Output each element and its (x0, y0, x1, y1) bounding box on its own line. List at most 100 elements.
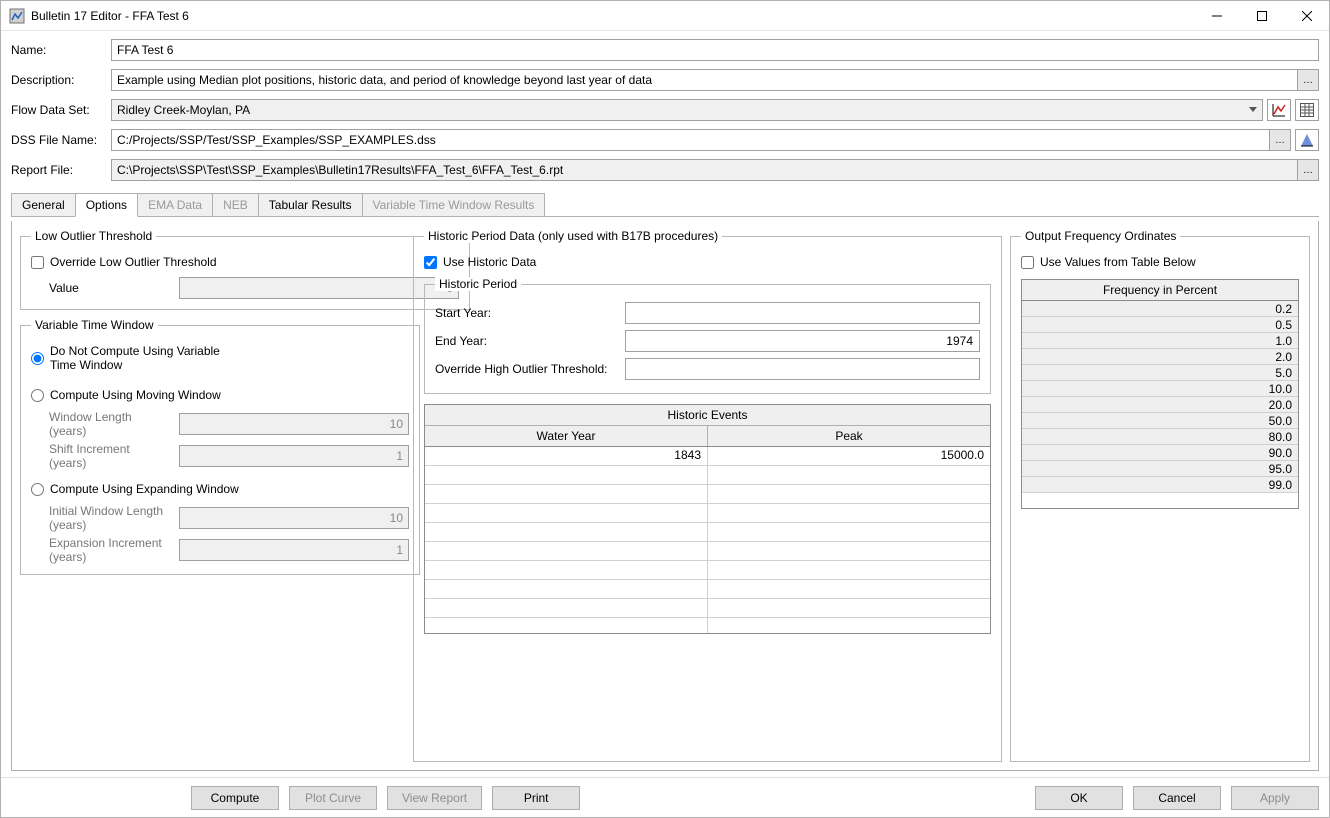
cell-peak[interactable] (708, 599, 990, 617)
tab-tabular-results[interactable]: Tabular Results (258, 193, 363, 216)
use-historic-checkbox[interactable] (424, 256, 437, 269)
frequency-table[interactable]: Frequency in Percent 0.20.51.02.05.010.0… (1021, 279, 1299, 509)
name-input[interactable] (117, 43, 1313, 57)
cell-peak[interactable] (708, 523, 990, 541)
override-high-label: Override High Outlier Threshold: (435, 362, 625, 376)
tab-general[interactable]: General (11, 193, 76, 216)
override-low-outlier-checkbox[interactable] (31, 256, 44, 269)
vtw-radio-moving[interactable] (31, 389, 44, 402)
table-row[interactable] (425, 466, 990, 485)
vtw-initial-input[interactable] (179, 507, 409, 529)
frequency-row[interactable]: 95.0 (1022, 461, 1298, 477)
cell-peak[interactable]: 15000.0 (708, 447, 990, 465)
start-year-input[interactable] (625, 302, 980, 324)
low-outlier-legend: Low Outlier Threshold (31, 229, 156, 243)
cell-peak[interactable] (708, 618, 990, 634)
frequency-row[interactable]: 20.0 (1022, 397, 1298, 413)
cell-water-year[interactable] (425, 485, 708, 503)
cell-water-year[interactable] (425, 580, 708, 598)
tab-vtw-results[interactable]: Variable Time Window Results (362, 193, 546, 216)
frequency-row[interactable]: 0.5 (1022, 317, 1298, 333)
frequency-row[interactable]: 2.0 (1022, 349, 1298, 365)
vtw-expansion-input[interactable] (179, 539, 409, 561)
table-row[interactable] (425, 618, 990, 634)
vtw-radio-expanding[interactable] (31, 483, 44, 496)
vtw-window-length-input[interactable] (179, 413, 409, 435)
cell-peak[interactable] (708, 561, 990, 579)
dss-field[interactable]: … (111, 129, 1291, 151)
vtw-group: Variable Time Window Do Not Compute Usin… (20, 318, 420, 575)
cell-peak[interactable] (708, 504, 990, 522)
end-year-label: End Year: (435, 334, 625, 348)
cell-water-year[interactable] (425, 523, 708, 541)
minimize-button[interactable] (1194, 1, 1239, 30)
description-field[interactable]: … (111, 69, 1319, 91)
plot-curve-button[interactable]: Plot Curve (289, 786, 377, 810)
flow-label: Flow Data Set: (11, 103, 107, 117)
compute-button[interactable]: Compute (191, 786, 279, 810)
ofo-group: Output Frequency Ordinates Use Values fr… (1010, 229, 1310, 762)
cell-water-year[interactable] (425, 542, 708, 560)
historic-group: Historic Period Data (only used with B17… (413, 229, 1002, 762)
tab-ema-data[interactable]: EMA Data (137, 193, 213, 216)
cell-water-year[interactable] (425, 618, 708, 634)
cell-water-year[interactable]: 1843 (425, 447, 708, 465)
report-field[interactable]: C:\Projects\SSP\Test\SSP_Examples\Bullet… (111, 159, 1319, 181)
historic-events-title: Historic Events (425, 405, 990, 426)
table-row[interactable] (425, 599, 990, 618)
table-row[interactable] (425, 561, 990, 580)
table-row[interactable] (425, 523, 990, 542)
flow-dropdown-button[interactable] (1243, 99, 1263, 121)
dss-input[interactable] (117, 133, 1285, 147)
cell-water-year[interactable] (425, 466, 708, 484)
dss-browse-button[interactable]: … (1269, 129, 1291, 151)
frequency-row[interactable]: 5.0 (1022, 365, 1298, 381)
historic-events-table[interactable]: Historic Events Water Year Peak 18431500… (424, 404, 991, 634)
view-report-button[interactable]: View Report (387, 786, 482, 810)
table-row[interactable]: 184315000.0 (425, 447, 990, 466)
plot-flow-icon[interactable] (1267, 99, 1291, 121)
cell-water-year[interactable] (425, 599, 708, 617)
cell-water-year[interactable] (425, 561, 708, 579)
plot-results-icon[interactable] (1295, 129, 1319, 151)
close-button[interactable] (1284, 1, 1329, 30)
frequency-row[interactable]: 0.2 (1022, 301, 1298, 317)
frequency-row[interactable]: 10.0 (1022, 381, 1298, 397)
cell-water-year[interactable] (425, 504, 708, 522)
tab-options[interactable]: Options (75, 193, 138, 217)
end-year-input[interactable] (625, 330, 980, 352)
report-browse-button[interactable]: … (1297, 159, 1319, 181)
flow-combo[interactable]: Ridley Creek-Moylan, PA (111, 99, 1263, 121)
use-table-checkbox[interactable] (1021, 256, 1034, 269)
description-input[interactable] (117, 73, 1313, 87)
vtw-shift-input[interactable] (179, 445, 409, 467)
name-field[interactable] (111, 39, 1319, 61)
table-row[interactable] (425, 542, 990, 561)
print-button[interactable]: Print (492, 786, 580, 810)
maximize-button[interactable] (1239, 1, 1284, 30)
frequency-row[interactable]: 1.0 (1022, 333, 1298, 349)
frequency-row[interactable]: 99.0 (1022, 477, 1298, 493)
table-row[interactable] (425, 580, 990, 599)
description-expand-button[interactable]: … (1297, 69, 1319, 91)
cell-peak[interactable] (708, 580, 990, 598)
tabulate-flow-icon[interactable] (1295, 99, 1319, 121)
table-row[interactable] (425, 504, 990, 523)
override-high-input[interactable] (625, 358, 980, 380)
frequency-row[interactable]: 50.0 (1022, 413, 1298, 429)
table-row[interactable] (425, 485, 990, 504)
cancel-button[interactable]: Cancel (1133, 786, 1221, 810)
tab-content: Low Outlier Threshold Override Low Outli… (11, 221, 1319, 771)
cell-peak[interactable] (708, 466, 990, 484)
tab-neb[interactable]: NEB (212, 193, 259, 216)
apply-button[interactable]: Apply (1231, 786, 1319, 810)
frequency-header: Frequency in Percent (1022, 280, 1298, 301)
cell-peak[interactable] (708, 542, 990, 560)
frequency-row[interactable]: 80.0 (1022, 429, 1298, 445)
vtw-radio-none[interactable] (31, 352, 44, 365)
cell-peak[interactable] (708, 485, 990, 503)
use-table-label: Use Values from Table Below (1040, 255, 1196, 269)
override-low-outlier-label: Override Low Outlier Threshold (50, 255, 217, 269)
frequency-row[interactable]: 90.0 (1022, 445, 1298, 461)
ok-button[interactable]: OK (1035, 786, 1123, 810)
